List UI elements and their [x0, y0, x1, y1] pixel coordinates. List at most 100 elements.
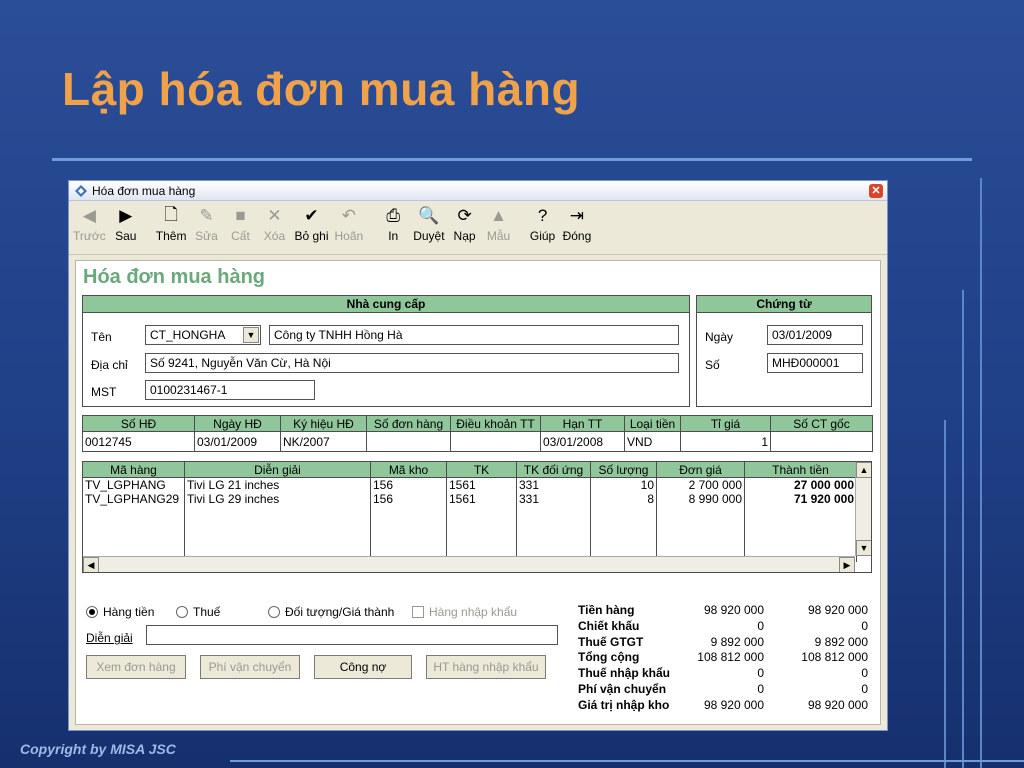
preview-icon: 🔍: [418, 206, 440, 225]
table-cell: [656, 520, 745, 534]
toolbar-button-11[interactable]: ⟳ Nạp: [451, 205, 479, 243]
table-cell[interactable]: 8: [590, 492, 657, 506]
supplier-group: Nhà cung cấp Tên CT_HONGHA ▼ Công ty TNH…: [82, 295, 690, 407]
table-cell[interactable]: 03/01/2009: [194, 431, 281, 452]
table-cell[interactable]: 156: [370, 492, 447, 506]
toolbar-button-10[interactable]: 🔍 Duyệt: [413, 205, 444, 243]
table-cell: [446, 520, 517, 534]
voucher-number-field[interactable]: MHĐ000001: [767, 353, 863, 373]
save-icon: ■: [235, 206, 246, 225]
option-radio-3[interactable]: Đối tượng/Giá thành: [268, 605, 394, 619]
table-cell[interactable]: 2 700 000: [656, 477, 745, 492]
table-cell: [83, 520, 185, 534]
toolbar: ◀ Trước ▶ Sau 🗋 Thêm ✎ Sửa ■ Cất ✕ Xóa ✔ Bỏ ghi ↶ Hoãn ⎙…: [69, 201, 887, 255]
summary-value: 0: [757, 618, 764, 633]
toolbar-button-2[interactable]: ▶ Sau: [112, 205, 140, 243]
table-cell[interactable]: 331: [516, 492, 591, 506]
toolbar-label: Giúp: [529, 229, 556, 243]
column-header: Ngày HĐ: [194, 415, 281, 432]
toolbar-button-14[interactable]: ⇥ Đóng: [563, 205, 592, 243]
table-cell[interactable]: Tivi LG 21 inches: [184, 477, 371, 492]
toolbar-label: Đóng: [562, 229, 592, 243]
chevron-down-icon[interactable]: ▼: [243, 327, 259, 343]
table-cell[interactable]: 71 920 000: [744, 492, 857, 506]
tax-code-field[interactable]: 0100231467-1: [145, 380, 315, 400]
table-cell[interactable]: 8 990 000: [656, 492, 745, 506]
table-cell[interactable]: Tivi LG 29 inches: [184, 492, 371, 506]
window-titlebar[interactable]: Hóa đơn mua hàng: [69, 181, 887, 201]
table-cell[interactable]: 27 000 000: [744, 477, 857, 492]
toolbar-button-5[interactable]: ■ Cất: [226, 205, 254, 243]
option-radio-1[interactable]: Hàng tiền: [86, 605, 154, 619]
table-cell[interactable]: 10: [590, 477, 657, 492]
table-cell[interactable]: 1: [680, 431, 771, 452]
action-button-4[interactable]: HT hàng nhập khẩu: [426, 655, 546, 679]
address-field[interactable]: Số 9241, Nguyễn Văn Cừ, Hà Nội: [145, 353, 679, 373]
scroll-down-icon[interactable]: ▼: [856, 540, 871, 556]
toolbar-button-6[interactable]: ✕ Xóa: [260, 205, 288, 243]
import-checkbox[interactable]: Hàng nhập khẩu: [412, 605, 517, 619]
toolbar-button-13[interactable]: ? Giúp: [529, 205, 557, 243]
scroll-right-icon[interactable]: ▶: [839, 557, 855, 572]
title-divider: [52, 158, 972, 161]
table-row[interactable]: 0012745 03/01/2009 NK/2007 03/01/2008 VND 1: [82, 431, 873, 452]
radio-label: Đối tượng/Giá thành: [285, 605, 395, 619]
empty-row: [83, 520, 857, 534]
table-cell[interactable]: 03/01/2008: [540, 431, 625, 452]
table-cell: [744, 534, 857, 548]
table-cell[interactable]: TV_LGPHANG: [83, 477, 185, 492]
next-icon: ▶: [119, 206, 133, 225]
toolbar-label: Xóa: [263, 229, 286, 243]
table-cell[interactable]: [366, 431, 451, 452]
horizontal-scrollbar[interactable]: ◀ ▶: [83, 556, 855, 572]
table-cell[interactable]: 1561: [446, 492, 517, 506]
description-field[interactable]: [146, 625, 558, 645]
table-cell[interactable]: VND: [624, 431, 681, 452]
voucher-date-field[interactable]: 03/01/2009: [767, 325, 863, 345]
table-row[interactable]: TV_LGPHANG Tivi LG 21 inches 156 1561 331 10 2…: [83, 477, 857, 492]
undo-icon: ↶: [341, 206, 356, 225]
table-cell: [516, 506, 591, 520]
summary-value: 0: [861, 618, 868, 633]
table-cell[interactable]: 0012745: [82, 431, 195, 452]
summary-label: Thuế GTGT: [578, 634, 644, 649]
table-cell[interactable]: TV_LGPHANG29: [83, 492, 185, 506]
toolbar-button-7[interactable]: ✔ Bỏ ghi: [294, 205, 328, 243]
toolbar-button-9[interactable]: ⎙ In: [379, 205, 407, 243]
toolbar-button-4[interactable]: ✎ Sửa: [192, 205, 220, 243]
toolbar-label: Sau: [115, 229, 137, 243]
summary-label: Chiết khấu: [578, 618, 640, 633]
toolbar-button-12[interactable]: ▲ Mẫu: [485, 205, 513, 243]
supplier-name-field[interactable]: Công ty TNHH Hồng Hà: [269, 325, 679, 345]
summary-label: Giá trị nhập kho: [578, 697, 670, 712]
close-icon[interactable]: ✕: [869, 184, 883, 198]
window-title: Hóa đơn mua hàng: [92, 183, 196, 198]
table-cell: [516, 520, 591, 534]
scroll-up-icon[interactable]: ▲: [856, 462, 871, 478]
vertical-scrollbar[interactable]: ▲ ▼: [855, 462, 871, 556]
summary-label: Tiền hàng: [578, 603, 635, 617]
table-cell[interactable]: [770, 431, 873, 452]
toolbar-button-3[interactable]: 🗋 Thêm: [156, 205, 187, 244]
table-cell[interactable]: [450, 431, 541, 452]
table-row[interactable]: TV_LGPHANG29 Tivi LG 29 inches 156 1561 331 8…: [83, 492, 857, 506]
table-cell[interactable]: 331: [516, 477, 591, 492]
option-radio-2[interactable]: Thuế: [176, 605, 220, 619]
scroll-left-icon[interactable]: ◀: [83, 557, 99, 572]
action-button-1[interactable]: Xem đơn hàng: [86, 655, 186, 679]
table-cell[interactable]: 156: [370, 477, 447, 492]
toolbar-button-8[interactable]: ↶ Hoãn: [335, 205, 364, 243]
action-button-3[interactable]: Công nợ: [314, 655, 412, 679]
supplier-code-combo[interactable]: CT_HONGHA ▼: [145, 325, 261, 345]
table-cell[interactable]: 1561: [446, 477, 517, 492]
table-cell: [370, 520, 447, 534]
table-border: [82, 451, 872, 452]
toolbar-button-1[interactable]: ◀ Trước: [73, 205, 106, 243]
empty-row: [83, 534, 857, 548]
action-button-2[interactable]: Phí vận chuyển: [200, 655, 300, 679]
table-cell: [184, 506, 371, 520]
table-cell[interactable]: NK/2007: [280, 431, 367, 452]
table-cell: [590, 520, 657, 534]
summary-value: 108 812 000: [697, 650, 764, 665]
summary-label: Tổng cộng: [578, 650, 640, 665]
